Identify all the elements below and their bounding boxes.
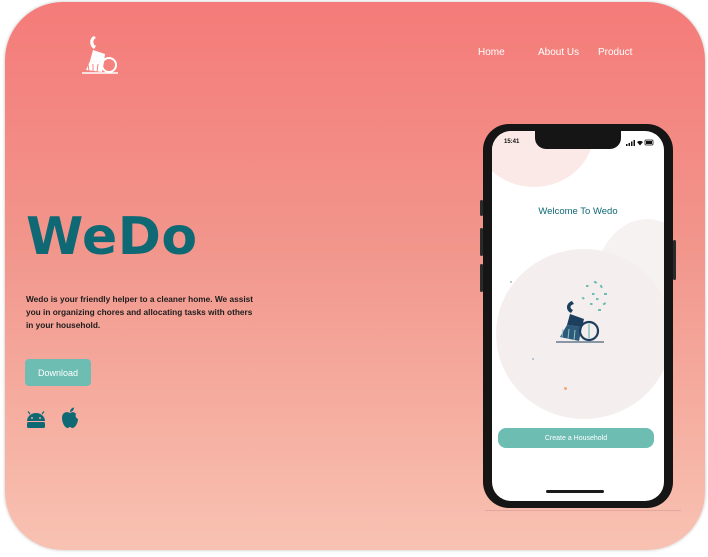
nav-product[interactable]: Product xyxy=(598,47,632,58)
hero-title: WeDo xyxy=(26,207,198,267)
nav-about-us[interactable]: About Us xyxy=(538,47,579,58)
decor-dot xyxy=(564,387,567,390)
nav-home[interactable]: Home xyxy=(478,47,505,58)
status-time: 15:41 xyxy=(504,139,520,145)
home-indicator xyxy=(546,490,604,493)
phone-shadow xyxy=(485,510,681,511)
apple-icon[interactable] xyxy=(61,407,79,429)
broom-illustration-icon xyxy=(556,280,607,343)
phone-mockup: 15:41 Welcome To Wedo Create a Household xyxy=(480,124,676,508)
welcome-heading: Welcome To Wedo xyxy=(538,206,618,217)
android-icon[interactable] xyxy=(25,411,47,429)
phone-side-button xyxy=(480,264,483,292)
decor-dot xyxy=(532,358,534,360)
phone-notch xyxy=(535,131,621,149)
decor-dot xyxy=(510,281,512,283)
status-icons xyxy=(626,139,654,146)
create-household-button[interactable]: Create a Household xyxy=(498,428,654,448)
phone-side-button xyxy=(480,200,483,216)
phone-screen: 15:41 Welcome To Wedo Create a Household xyxy=(492,131,664,501)
phone-side-button xyxy=(480,228,483,256)
phone-side-button xyxy=(673,240,676,280)
download-button[interactable]: Download xyxy=(25,359,91,386)
broom-logo-icon[interactable] xyxy=(80,32,120,76)
hero-description: Wedo is your friendly helper to a cleane… xyxy=(26,294,254,330)
